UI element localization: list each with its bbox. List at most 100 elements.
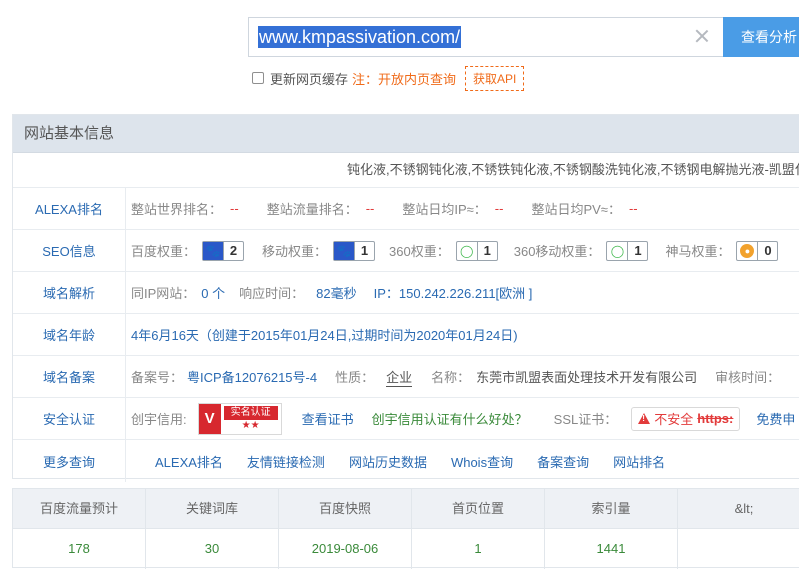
view-cert-link[interactable]: 查看证书 (302, 409, 354, 428)
same-ip-label: 同IP网站： (131, 286, 196, 301)
mobile-weight-value: 1 (354, 241, 374, 260)
realname-cert-badge[interactable]: V 实名认证 ★★ (197, 402, 282, 435)
icp-type-value: 企业 (386, 367, 413, 387)
site-info-panel: 网站基本信息 钝化液,不锈钢钝化液,不锈铁钝化液,不锈钢酸洗钝化液,不锈钢电解抛… (12, 114, 799, 482)
360-mobile-weight-value: 1 (627, 241, 647, 260)
icp-label: 域名备案 (13, 356, 126, 397)
warning-icon (638, 413, 651, 424)
credit-label: 创宇信用: (131, 412, 187, 427)
more-link-whois[interactable]: Whois查询 (451, 452, 513, 471)
icp-no-value[interactable]: 粤ICP备12076215号-4 (187, 367, 317, 386)
stats-value-row: 178 30 2019-08-06 1 1441 (13, 529, 799, 569)
dns-label: 域名解析 (13, 272, 126, 313)
icp-type-label: 性质： (335, 370, 375, 385)
stats-header: 关键词库 (146, 489, 279, 528)
icp-no-label: 备案号： (131, 370, 184, 385)
stats-header: 索引量 (545, 489, 678, 528)
icp-name-label: 名称： (431, 370, 471, 385)
response-label: 响应时间： (239, 286, 305, 301)
more-queries-row: 更多查询 ALEXA排名 友情链接检测 网站历史数据 Whois查询 备案查询 … (13, 440, 799, 482)
query-button[interactable]: 查看分析 (723, 17, 799, 57)
get-api-button[interactable]: 获取API (465, 65, 525, 91)
world-rank-value: -- (230, 201, 239, 216)
more-link-friendlink[interactable]: 友情链接检测 (247, 452, 325, 471)
stats-header: 百度流量预计 (13, 489, 146, 528)
ssl-status-badge[interactable]: 不安全https: (631, 406, 741, 431)
ssl-warning-text: 不安全 (654, 412, 694, 427)
free-apply-link[interactable]: 免费申 (756, 409, 795, 428)
360-icon: ◯ (610, 243, 625, 258)
ip-value[interactable]: 150.242.226.211[欧洲 ] (399, 283, 532, 302)
shenma-weight-value: 0 (757, 241, 777, 260)
360-mobile-weight-badge[interactable]: ◯ 1 (606, 240, 649, 261)
baidu-weight-label: 百度权重： (131, 244, 197, 259)
credit-benefit-link[interactable]: 创宇信用认证有什么好处？ (372, 409, 528, 428)
mobile-weight-badge[interactable]: 🐾 1 (333, 240, 376, 261)
shenma-weight-badge[interactable]: ● 0 (736, 240, 779, 261)
ssl-label: SSL证书： (553, 412, 618, 427)
alexa-row: ALEXA排名 整站世界排名： -- 整站流量排名： -- 整站日均IP≈： -… (13, 188, 799, 230)
stats-value[interactable]: 1441 (545, 529, 678, 569)
icp-row: 域名备案 备案号： 粤ICP备12076215号-4 性质： 企业 名称： 东莞… (13, 356, 799, 398)
360-weight-label: 360权重： (389, 244, 450, 259)
stats-header-row: 百度流量预计 关键词库 百度快照 首页位置 索引量 &lt; (13, 489, 799, 529)
more-link-history[interactable]: 网站历史数据 (349, 452, 427, 471)
more-queries-label: 更多查询 (13, 440, 126, 482)
daily-pv-label: 整站日均PV≈： (531, 202, 621, 217)
url-input[interactable]: www.kmpassivation.com/ (248, 17, 724, 57)
ssl-proto-text: https: (697, 411, 734, 426)
stats-header: 百度快照 (279, 489, 412, 528)
stats-value[interactable]: 178 (13, 529, 146, 569)
traffic-rank-label: 整站流量排名： (266, 202, 358, 217)
seo-row: SEO信息 百度权重： 🐾 2 移动权重： 🐾 1 360权重： ◯ 1 360移动权… (13, 230, 799, 272)
page: www.kmpassivation.com/ 查看分析 更新网页缓存 注：开放内… (0, 0, 799, 577)
panel-title: 网站基本信息 (13, 115, 799, 153)
stats-value[interactable] (678, 529, 799, 569)
360-mobile-weight-label: 360移动权重： (513, 244, 601, 259)
same-ip-value[interactable]: 0 个 (201, 283, 225, 302)
alexa-label: ALEXA排名 (13, 188, 126, 229)
daily-ip-label: 整站日均IP≈： (402, 202, 487, 217)
stats-header: &lt; (678, 489, 799, 528)
stats-value[interactable]: 1 (412, 529, 545, 569)
daily-ip-value: -- (494, 201, 504, 216)
search-bar: www.kmpassivation.com/ 查看分析 (248, 17, 799, 57)
domain-age-label: 域名年龄 (13, 314, 126, 355)
mobile-weight-label: 移动权重： (262, 244, 328, 259)
traffic-rank-value: -- (365, 201, 375, 216)
paw-icon: 🐾 (334, 241, 355, 260)
stats-table: 百度流量预计 关键词库 百度快照 首页位置 索引量 &lt; 178 30 20… (12, 488, 799, 569)
v-icon: V (198, 403, 221, 434)
icp-audit-label: 审核时间： (715, 370, 781, 385)
cert-badge-text: 实名认证 (223, 405, 278, 420)
clear-icon[interactable] (694, 28, 710, 44)
world-rank-label: 整站世界排名： (131, 202, 223, 217)
stats-value[interactable]: 2019-08-06 (279, 529, 412, 569)
stats-value[interactable]: 30 (146, 529, 279, 569)
more-link-rank[interactable]: 网站排名 (613, 452, 665, 471)
daily-pv-value: -- (628, 201, 638, 216)
ip-label: IP： (373, 286, 399, 301)
security-row: 安全认证 创宇信用: V 实名认证 ★★ 查看证书 创宇信用认证有什么好处？ SS… (13, 398, 799, 440)
refresh-cache-checkbox[interactable] (252, 72, 264, 84)
url-input-value: www.kmpassivation.com/ (258, 26, 462, 48)
baidu-weight-value: 2 (223, 241, 243, 260)
more-link-alexa[interactable]: ALEXA排名 (155, 452, 223, 471)
360-weight-badge[interactable]: ◯ 1 (455, 240, 498, 261)
security-label: 安全认证 (13, 398, 126, 439)
search-options: 更新网页缓存 注：开放内页查询 获取API (252, 65, 525, 91)
360-weight-value: 1 (476, 241, 497, 260)
more-link-icp[interactable]: 备案查询 (537, 452, 589, 471)
site-description: 钝化液,不锈钢钝化液,不锈铁钝化液,不锈钢酸洗钝化液,不锈钢电解抛光液-凯盟化 (13, 153, 799, 188)
baidu-weight-badge[interactable]: 🐾 2 (202, 240, 245, 261)
shenma-weight-label: 神马权重： (665, 244, 731, 259)
paw-icon: 🐾 (203, 241, 224, 260)
shenma-icon: ● (740, 243, 755, 258)
360-icon: ◯ (460, 243, 474, 258)
domain-age-value: 4年6月16天（创建于2015年01月24日,过期时间为2020年01月24日) (131, 328, 518, 343)
inner-page-note: 注：开放内页查询 (352, 71, 457, 87)
seo-label: SEO信息 (13, 230, 126, 271)
refresh-cache-label: 更新网页缓存 (270, 71, 349, 87)
dns-row: 域名解析 同IP网站： 0 个 响应时间： 82毫秒 IP： 150.242.2… (13, 272, 799, 314)
cert-badge-stars: ★★ (241, 419, 260, 431)
